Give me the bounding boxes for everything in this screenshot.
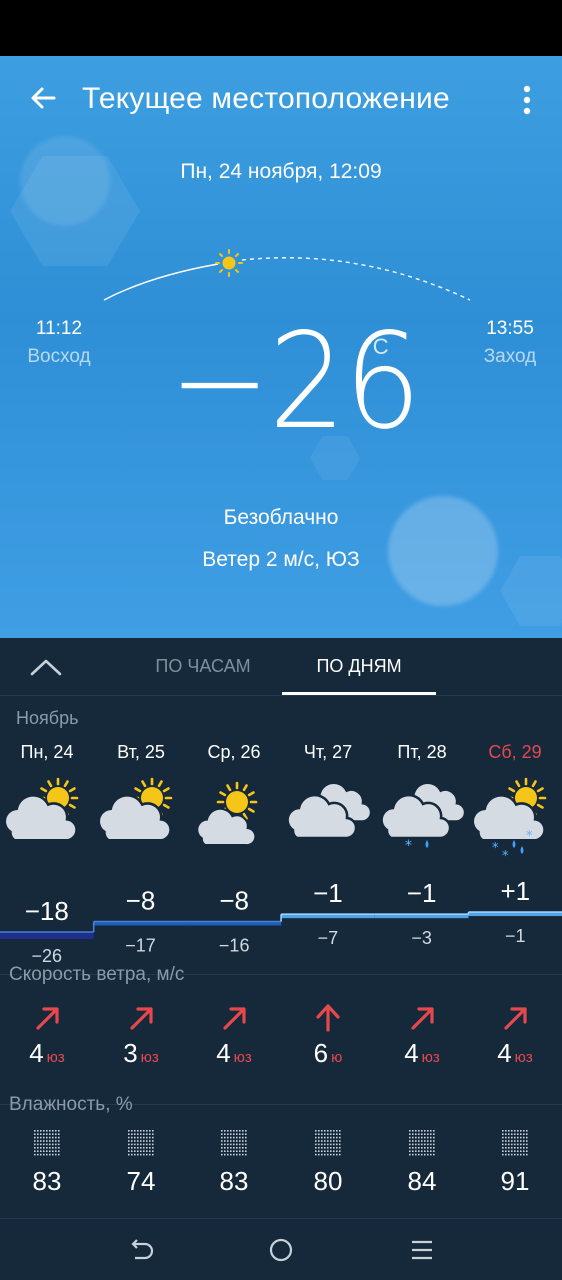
sunset-label: Заход [483, 346, 537, 367]
wind-direction: юз [421, 1049, 440, 1066]
wind-direction: юз [233, 1049, 252, 1066]
temp-high-label: −8 [219, 886, 249, 916]
wind-speed: 4 юз [468, 1038, 562, 1069]
nav-menu-icon[interactable] [407, 1235, 437, 1265]
humidity-value: 80 [313, 1166, 343, 1196]
temp-low-label: −3 [411, 928, 432, 948]
nav-home-icon[interactable] [266, 1235, 296, 1265]
partly-cloudy-icon [97, 777, 173, 842]
current-condition: Безоблачно [223, 506, 339, 529]
day-name: Пн, 24 [20, 742, 74, 762]
wind-direction: юз [46, 1049, 65, 1066]
temp-high-label: +1 [500, 876, 530, 906]
humidity-section-label: Влажность, % [9, 1094, 133, 1115]
current-datetime: Пн, 24 ноября, 12:09 [180, 160, 382, 183]
wind-speed: 4 юз [375, 1038, 469, 1069]
temp-high-label: −8 [126, 886, 156, 916]
wind-speed-value: 4 [497, 1038, 512, 1068]
wind-speed-value: 3 [123, 1038, 138, 1068]
humidity-value: 84 [407, 1166, 437, 1196]
temp-high-label: −1 [407, 878, 437, 908]
wind-speed-value: 4 [29, 1038, 44, 1068]
arrow-up-right-icon [411, 1007, 434, 1030]
current-weather-hero: Текущее местоположение Пн, 24 ноября, 12… [0, 56, 562, 638]
mostly-sunny-icon [196, 781, 258, 847]
temp-low-label: −17 [125, 936, 156, 956]
temp-high-label: −1 [313, 878, 343, 908]
day-name: Ср, 26 [207, 742, 261, 762]
cloudy-icon [286, 781, 373, 840]
sunset-info: 13:55 Заход [470, 318, 550, 368]
wind-section-label: Скорость ветра, м/с [9, 964, 185, 985]
temp-range-band [0, 932, 94, 939]
wind-direction: юз [514, 1049, 533, 1066]
tab-hourly[interactable]: ПО ЧАСАМ [140, 656, 266, 677]
partly-cloudy-snow-rain-icon: *** [471, 777, 547, 864]
forecast-tabs: ПО ЧАСАМ ПО ДНЯМ [0, 638, 562, 696]
wind-speed: 4 юз [0, 1038, 94, 1069]
wind-direction: ю [331, 1049, 343, 1066]
more-vertical-icon[interactable] [512, 80, 542, 120]
temp-high-label: −18 [25, 896, 69, 926]
temperature-unit: °C [364, 334, 389, 359]
humidity-value: 91 [500, 1166, 530, 1196]
wind-speed-value: 4 [216, 1038, 231, 1068]
sun-icon [215, 249, 243, 277]
system-navigation-bar [0, 1218, 562, 1280]
current-temperature: −26 [168, 305, 422, 459]
day-name: Вт, 25 [117, 742, 165, 762]
svg-text:*: * [405, 838, 412, 854]
humidity-value: 74 [126, 1166, 156, 1196]
forecast-panel: ПО ЧАСАМ ПО ДНЯМ Ноябрь Пн, 24 Вт, 25 Ср… [0, 638, 562, 1218]
arrow-up-right-icon [36, 1007, 59, 1030]
humidity-icon [502, 1130, 528, 1156]
wind-speed-value: 4 [404, 1038, 419, 1068]
day-name: Сб, 29 [488, 742, 542, 762]
temp-low-label: −7 [318, 928, 339, 948]
temp-low-label: −26 [32, 946, 63, 966]
chevron-up-icon[interactable] [26, 650, 66, 684]
humidity-icon [409, 1130, 435, 1156]
page-title: Текущее местоположение [82, 82, 450, 115]
humidity-value: 83 [219, 1166, 249, 1196]
nav-back-icon[interactable] [126, 1235, 156, 1265]
wind-direction: юз [140, 1049, 159, 1066]
svg-text:*: * [526, 829, 533, 844]
humidity-icon [34, 1130, 60, 1156]
svg-text:*: * [502, 849, 509, 864]
tab-daily[interactable]: ПО ДНЯМ [282, 656, 436, 677]
humidity-icon [128, 1130, 154, 1156]
sunrise-label: Восход [27, 346, 91, 367]
temp-low-label: −1 [505, 926, 526, 946]
sunrise-time: 11:12 [35, 318, 83, 339]
temperature-range-chart: −18 −26 −8 −17 −8 −16 −1 −7 −1 −3 +1 −1 [0, 876, 562, 966]
humidity-icon [315, 1130, 341, 1156]
status-bar [0, 0, 562, 56]
sunrise-info: 11:12 Восход [20, 318, 98, 368]
arrow-up-right-icon [223, 1007, 246, 1030]
temp-low-label: −16 [219, 936, 250, 956]
sun-path-arc [103, 249, 471, 301]
cloudy-snow-rain-icon: * [380, 781, 467, 854]
month-label: Ноябрь [16, 708, 79, 728]
wind-speed: 6ю [281, 1038, 375, 1069]
current-wind: Ветер 2 м/с, ЮЗ [202, 548, 360, 571]
svg-text:*: * [492, 841, 499, 856]
active-tab-indicator [282, 692, 436, 695]
partly-cloudy-icon [3, 777, 79, 842]
sunset-time: 13:55 [486, 318, 534, 339]
arrow-left-icon[interactable] [24, 78, 64, 118]
wind-speed: 4 юз [187, 1038, 281, 1069]
wind-speed-value: 6 [313, 1038, 329, 1068]
arrow-up-right-icon [130, 1007, 153, 1030]
day-name: Пт, 28 [397, 742, 447, 762]
arrow-up-right-icon [504, 1007, 527, 1030]
arrow-up-icon [316, 1004, 340, 1032]
humidity-icon [221, 1130, 247, 1156]
wind-speed: 3 юз [94, 1038, 188, 1069]
humidity-value: 83 [32, 1166, 62, 1196]
top-app-bar: Текущее местоположение [0, 56, 562, 146]
day-name: Чт, 27 [303, 742, 353, 762]
